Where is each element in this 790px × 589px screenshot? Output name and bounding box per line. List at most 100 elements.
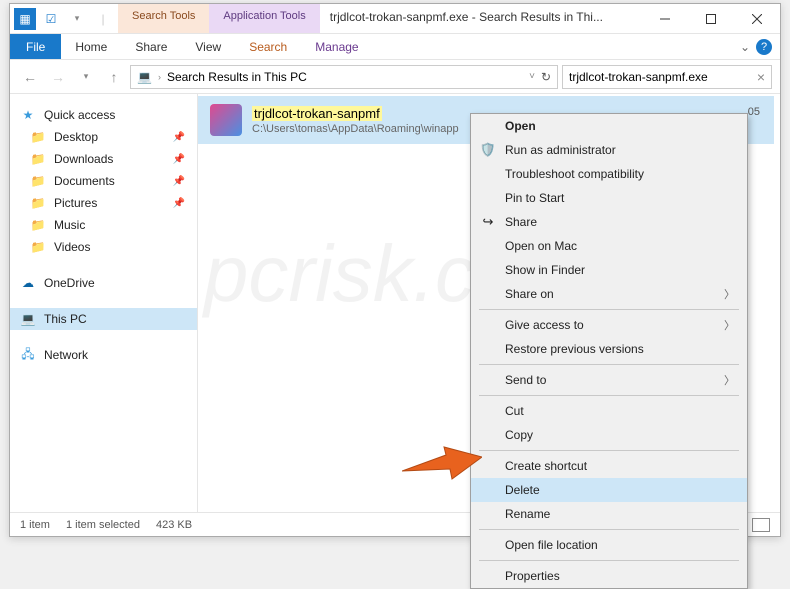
- close-button[interactable]: [734, 4, 780, 33]
- search-box[interactable]: ×: [562, 65, 772, 89]
- tab-view[interactable]: View: [181, 35, 235, 59]
- ribbon-expand-icon[interactable]: ⌄: [740, 40, 750, 54]
- breadcrumb[interactable]: 💻 › Search Results in This PC ˅ ↻: [130, 65, 558, 89]
- maximize-button[interactable]: [688, 4, 734, 33]
- tab-share[interactable]: Share: [121, 35, 181, 59]
- tab-search[interactable]: Search: [235, 35, 301, 59]
- qat-separator: |: [92, 8, 114, 30]
- ctx-properties[interactable]: Properties: [471, 564, 747, 588]
- maximize-icon: [706, 14, 716, 24]
- ctx-run-as-admin[interactable]: 🛡️Run as administrator: [471, 138, 747, 162]
- ctx-delete[interactable]: Delete: [471, 478, 747, 502]
- ribbon: File Home Share View Search Manage ⌄ ?: [10, 34, 780, 60]
- sidebar-item-desktop[interactable]: 📁Desktop📌: [10, 126, 197, 148]
- context-menu: Open 🛡️Run as administrator Troubleshoot…: [470, 113, 748, 589]
- sidebar-item-thispc[interactable]: 💻This PC: [10, 308, 197, 330]
- window-controls: [642, 4, 780, 33]
- search-input[interactable]: [569, 70, 751, 84]
- sidebar-item-documents[interactable]: 📁Documents📌: [10, 170, 197, 192]
- sidebar-item-onedrive[interactable]: ☁OneDrive: [10, 272, 197, 294]
- result-filepath: C:\Users\tomas\AppData\Roaming\winapp: [252, 123, 459, 135]
- ctx-rename[interactable]: Rename: [471, 502, 747, 526]
- ctx-send-to[interactable]: Send to〉: [471, 368, 747, 392]
- tab-manage[interactable]: Manage: [301, 35, 372, 59]
- back-button[interactable]: ←: [18, 65, 42, 89]
- pin-icon: 📌: [173, 198, 185, 209]
- close-icon: [752, 14, 762, 24]
- ctx-open-file-location[interactable]: Open file location: [471, 533, 747, 557]
- folder-icon: 📁: [30, 129, 46, 145]
- ctx-create-shortcut[interactable]: Create shortcut: [471, 454, 747, 478]
- title-bar: ▦ ☑ ▾ | Search Tools Application Tools t…: [10, 4, 780, 34]
- chevron-right-icon: 〉: [724, 286, 735, 302]
- onedrive-icon: ☁: [20, 275, 36, 291]
- explorer-icon: ▦: [14, 8, 36, 30]
- selection-count: 1 item selected: [66, 519, 140, 531]
- contextual-tabs: Search Tools Application Tools: [118, 4, 320, 33]
- ctx-open-on-mac[interactable]: Open on Mac: [471, 234, 747, 258]
- ctx-share-on[interactable]: Share on〉: [471, 282, 747, 306]
- sidebar-item-music[interactable]: 📁Music: [10, 214, 197, 236]
- navigation-pane: ★ Quick access 📁Desktop📌 📁Downloads📌 📁Do…: [10, 94, 198, 512]
- folder-icon: 📁: [30, 239, 46, 255]
- folder-icon: 📁: [30, 217, 46, 233]
- ctx-separator: [479, 395, 739, 396]
- network-icon: 🖧: [20, 347, 36, 363]
- ctx-troubleshoot[interactable]: Troubleshoot compatibility: [471, 162, 747, 186]
- pin-icon: 📌: [173, 132, 185, 143]
- qat-properties-icon[interactable]: ☑: [40, 8, 62, 30]
- sidebar-item-videos[interactable]: 📁Videos: [10, 236, 197, 258]
- tab-home[interactable]: Home: [61, 35, 121, 59]
- location-icon: 💻: [137, 70, 152, 84]
- application-tools-tab-header[interactable]: Application Tools: [209, 4, 319, 33]
- sidebar-item-pictures[interactable]: 📁Pictures📌: [10, 192, 197, 214]
- result-filename: trjdlcot-trokan-sanpmf: [252, 106, 382, 121]
- help-icon[interactable]: ?: [756, 39, 772, 55]
- callout-arrow-icon: [402, 441, 482, 485]
- minimize-icon: [660, 14, 670, 24]
- address-bar: ← → ▾ ↑ 💻 › Search Results in This PC ˅ …: [10, 60, 780, 94]
- ctx-separator: [479, 364, 739, 365]
- folder-icon: 📁: [30, 151, 46, 167]
- folder-icon: 📁: [30, 173, 46, 189]
- ctx-show-in-finder[interactable]: Show in Finder: [471, 258, 747, 282]
- share-icon: ↪: [479, 214, 497, 230]
- star-icon: ★: [20, 107, 36, 123]
- sidebar-item-downloads[interactable]: 📁Downloads📌: [10, 148, 197, 170]
- ctx-open[interactable]: Open: [471, 114, 747, 138]
- recent-locations-button[interactable]: ▾: [74, 65, 98, 89]
- ctx-separator: [479, 560, 739, 561]
- up-button[interactable]: ↑: [102, 65, 126, 89]
- pin-icon: 📌: [173, 154, 185, 165]
- chevron-right-icon: 〉: [724, 372, 735, 388]
- ctx-separator: [479, 529, 739, 530]
- clear-search-icon[interactable]: ×: [751, 69, 765, 85]
- result-date-fragment: 05: [748, 106, 760, 118]
- file-tab[interactable]: File: [10, 34, 61, 59]
- folder-icon: 📁: [30, 195, 46, 211]
- forward-button[interactable]: →: [46, 65, 70, 89]
- sidebar-item-network[interactable]: 🖧Network: [10, 344, 197, 366]
- ctx-share[interactable]: ↪Share: [471, 210, 747, 234]
- minimize-button[interactable]: [642, 4, 688, 33]
- pc-icon: 💻: [20, 311, 36, 327]
- exe-file-icon: [210, 104, 242, 136]
- quick-access-toolbar: ▦ ☑ ▾ |: [10, 4, 118, 33]
- selection-size: 423 KB: [156, 519, 192, 531]
- ctx-separator: [479, 450, 739, 451]
- pin-icon: 📌: [173, 176, 185, 187]
- refresh-icon[interactable]: ↻: [541, 70, 551, 84]
- ctx-cut[interactable]: Cut: [471, 399, 747, 423]
- large-icons-view-button[interactable]: [752, 518, 770, 532]
- ctx-pin-to-start[interactable]: Pin to Start: [471, 186, 747, 210]
- ctx-copy[interactable]: Copy: [471, 423, 747, 447]
- location-text: Search Results in This PC: [167, 70, 307, 84]
- ctx-restore-versions[interactable]: Restore previous versions: [471, 337, 747, 361]
- search-tools-tab-header[interactable]: Search Tools: [118, 4, 209, 33]
- ctx-give-access[interactable]: Give access to〉: [471, 313, 747, 337]
- quick-access-header[interactable]: ★ Quick access: [10, 104, 197, 126]
- window-title: trjdlcot-trokan-sanpmf.exe - Search Resu…: [320, 4, 642, 33]
- chevron-right-icon: 〉: [724, 317, 735, 333]
- qat-dropdown-icon[interactable]: ▾: [66, 8, 88, 30]
- ctx-separator: [479, 309, 739, 310]
